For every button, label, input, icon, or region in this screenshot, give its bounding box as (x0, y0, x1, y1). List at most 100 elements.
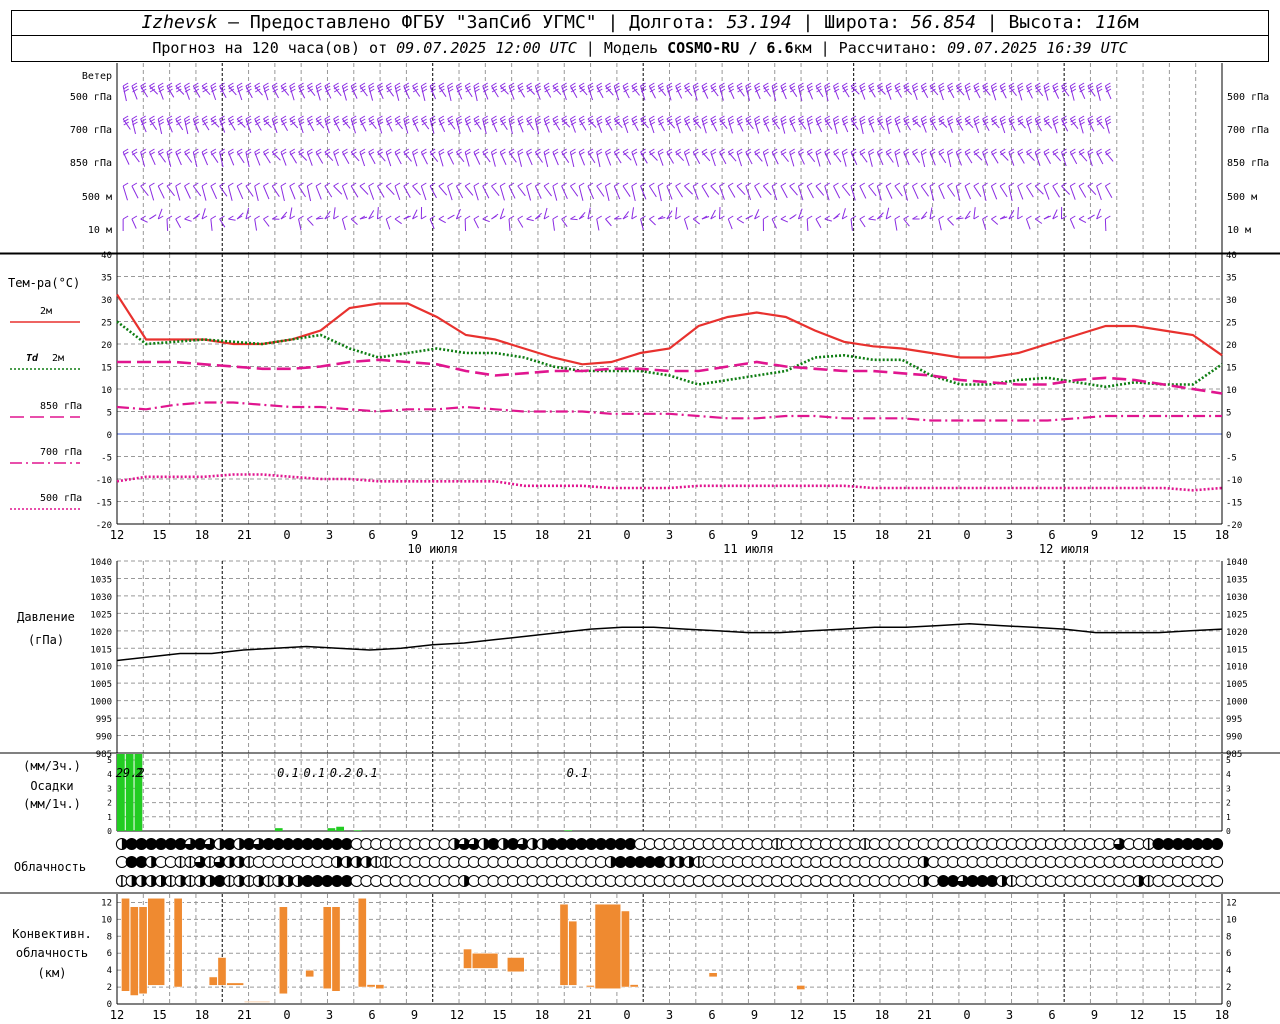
wind-barb-feather (157, 82, 164, 87)
wind-barb (789, 82, 798, 97)
wind-barb (754, 148, 763, 162)
temp-hour-tick: 21 (577, 528, 591, 542)
wind-barb (920, 148, 927, 168)
wind-barb-shaft (692, 218, 701, 225)
wind-level-label-right: 500 м (1227, 192, 1257, 203)
conv-hour-tick: 18 (875, 1008, 889, 1022)
wind-barb (543, 115, 550, 133)
wind-barb-feather (903, 115, 909, 120)
wind-barb-feather (1043, 82, 1050, 87)
wind-barb (455, 115, 463, 134)
wind-barb-feather (1008, 115, 1015, 120)
wind-barb-shaft (1043, 185, 1050, 200)
wind-barb (605, 215, 612, 227)
wind-barb (876, 82, 886, 95)
wind-barb-feather (447, 82, 453, 87)
wind-barb (289, 207, 296, 220)
wind-barb-feather (184, 182, 190, 187)
wind-barb-feather (833, 182, 839, 187)
wind-barb-feather (263, 115, 269, 120)
wind-barb (789, 214, 797, 220)
wind-barb-feather (140, 115, 146, 120)
wind-barb-feather (692, 115, 699, 120)
precip-amount-label: 0.2 (330, 766, 352, 780)
wind-barb-feather (806, 215, 813, 220)
wind-barb (350, 182, 359, 198)
wind-barb-feather (728, 215, 734, 220)
wind-barb-feather (1096, 182, 1102, 187)
wind-barb-feather (201, 182, 208, 187)
wind-barb-feather (657, 82, 664, 87)
wind-barb-shaft (833, 185, 841, 199)
wind-barb-feather (315, 182, 322, 187)
wind-barb-feather (912, 85, 918, 90)
wind-barb-feather (868, 215, 874, 220)
wind-barb (701, 148, 711, 162)
wind-barb (833, 115, 840, 134)
wind-barb (596, 182, 605, 197)
wind-barb-shaft (657, 185, 662, 202)
wind-barb-feather (578, 148, 585, 153)
wind-barb-feather (789, 82, 795, 87)
wind-barb-feather (333, 82, 339, 87)
wind-barb (947, 82, 955, 99)
wind-barb-shaft (140, 218, 148, 223)
wind-barb (210, 82, 217, 101)
wind-barb (1043, 82, 1050, 101)
wind-barb (280, 82, 290, 96)
wind-barb (806, 182, 814, 199)
wind-barb-feather (754, 115, 760, 120)
wind-barb-feather (737, 88, 743, 93)
wind-barb (1078, 115, 1085, 134)
conv-label-2: облачность (16, 946, 88, 960)
wind-barb-shaft (578, 185, 584, 201)
wind-barb (684, 182, 693, 195)
wind-barb (499, 115, 508, 130)
wind-barb-feather (859, 215, 866, 220)
wind-barb-feather (254, 215, 260, 220)
day-label: 11 июля (723, 542, 774, 556)
wind-barb-feather (421, 182, 427, 187)
wind-barb-feather (517, 148, 524, 153)
wind-barb (885, 182, 893, 199)
wind-barb (254, 148, 261, 166)
wind-barb (122, 148, 130, 165)
wind-barb-feather (570, 115, 576, 120)
wind-barb-shaft (175, 218, 182, 229)
wind-barb-feather (947, 182, 953, 187)
wind-barb (929, 115, 938, 131)
wind-barb (368, 148, 376, 165)
wind-barb-feather (947, 148, 953, 153)
wind-barb-feather (973, 182, 980, 187)
wind-barb (394, 148, 402, 165)
wind-barb-feather (649, 215, 655, 220)
wind-barb (298, 182, 306, 198)
wind-barb (605, 115, 613, 131)
wind-barb-feather (947, 151, 954, 156)
precip-tick-right: 2 (1226, 799, 1231, 808)
wind-barb-feather (350, 115, 357, 120)
pressure-tick-label-left: 1000 (90, 698, 112, 708)
cloud-fill-full (1211, 838, 1223, 850)
wind-barb-feather (736, 148, 743, 153)
wind-barb (771, 115, 780, 130)
wind-barb (1052, 148, 1062, 162)
wind-barb (780, 82, 787, 100)
wind-barb-feather (1105, 82, 1111, 87)
wind-barb (806, 115, 814, 134)
wind-barb (683, 148, 690, 167)
wind-barb-feather (815, 115, 822, 120)
wind-barb-feather (552, 148, 559, 153)
wind-barb (780, 182, 788, 199)
wind-barb-feather (578, 82, 585, 87)
wind-barb-feather (1105, 115, 1111, 120)
wind-barb-feather (412, 182, 418, 187)
precip-tick-right: 0 (1226, 827, 1231, 836)
temp-hour-tick: 3 (326, 528, 333, 542)
wind-barb-feather (175, 182, 182, 187)
wind-barb (157, 148, 166, 163)
wind-barb-feather (421, 148, 427, 153)
wind-barb-shaft (894, 218, 898, 231)
pressure-tick-label-left: 1005 (90, 680, 112, 690)
wind-barb (990, 182, 998, 200)
